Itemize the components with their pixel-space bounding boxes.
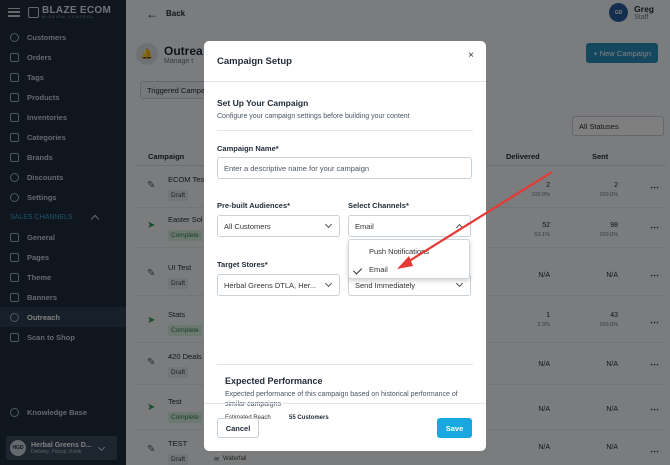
performance-title: Expected Performance [225,376,323,386]
modal-footer: Cancel Save [204,403,486,451]
cancel-button[interactable]: Cancel [217,418,259,438]
campaign-name-label: Campaign Name* [217,144,279,153]
divider [217,130,473,131]
audiences-label: Pre-built Audiences* [217,201,291,210]
chevron-down-icon [455,279,464,288]
channels-dropdown: Push Notifications Email [348,239,470,279]
save-button[interactable]: Save [437,418,472,438]
section-title: Set Up Your Campaign [217,98,309,108]
campaign-setup-modal: Campaign Setup × Set Up Your Campaign Co… [204,41,486,451]
option-email[interactable]: Email [369,265,388,274]
target-stores-value: Herbal Greens DTLA, Her... [224,280,317,290]
campaign-name-input[interactable]: Enter a descriptive name for your campai… [217,157,472,179]
channels-label: Select Channels* [348,201,409,210]
chevron-down-icon [324,279,333,288]
modal-title: Campaign Setup [204,41,486,82]
target-stores-select[interactable]: Herbal Greens DTLA, Her... [217,274,340,296]
check-icon [352,265,363,275]
target-stores-label: Target Stores* [217,260,268,269]
channels-value: Email [355,221,374,231]
audiences-value: All Customers [224,221,271,231]
channels-select[interactable]: Email [348,215,471,237]
schedule-value: Send Immediately [355,280,416,290]
section-subtitle: Configure your campaign settings before … [217,113,410,120]
chevron-up-icon [455,223,464,232]
close-icon[interactable]: × [468,50,474,61]
option-push-notifications[interactable]: Push Notifications [369,247,429,256]
audiences-select[interactable]: All Customers [217,215,340,237]
chevron-down-icon [324,220,333,229]
